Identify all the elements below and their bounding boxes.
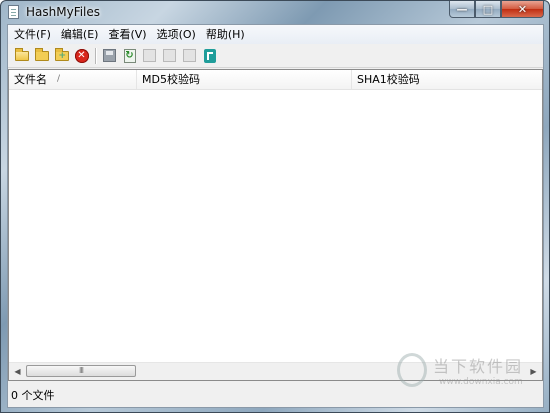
title-bar[interactable]: HashMyFiles — □ ✕ [1, 1, 549, 23]
caption-buttons: — □ ✕ [449, 1, 544, 19]
horizontal-scrollbar[interactable]: ◀ III ▶ [9, 362, 542, 380]
column-header-sha1[interactable]: SHA1校验码 [352, 70, 542, 89]
menu-file[interactable]: 文件(F) [10, 25, 55, 44]
save-button[interactable] [100, 46, 119, 65]
minimize-icon: — [456, 2, 468, 16]
list-header: 文件名 / MD5校验码 SHA1校验码 [9, 70, 542, 90]
open-files-button[interactable] [12, 46, 31, 65]
copy-button[interactable] [140, 46, 159, 65]
column-header-md5[interactable]: MD5校验码 [137, 70, 352, 89]
find-button[interactable] [180, 46, 199, 65]
add-folder-icon: + [54, 47, 69, 61]
stop-icon: ✕ [74, 48, 89, 63]
exit-button[interactable] [200, 46, 219, 65]
menu-view[interactable]: 查看(V) [104, 25, 150, 44]
properties-icon [163, 49, 176, 62]
toolbar-separator [95, 47, 97, 64]
stop-button[interactable]: ✕ [72, 46, 91, 65]
plus-glyph: + [58, 50, 67, 61]
properties-button[interactable] [160, 46, 179, 65]
app-icon [8, 5, 19, 19]
column-header-label: SHA1校验码 [357, 73, 420, 86]
maximize-button[interactable]: □ [475, 1, 501, 18]
save-icon [103, 49, 116, 62]
column-header-label: 文件名 [14, 73, 47, 86]
exit-icon [203, 48, 216, 63]
sort-indicator-icon: / [57, 74, 61, 84]
menu-edit[interactable]: 编辑(E) [57, 25, 103, 44]
add-folder-button[interactable]: + [52, 46, 71, 65]
refresh-icon: ↻ [123, 48, 136, 63]
copy-icon [143, 49, 156, 62]
minimize-button[interactable]: — [449, 1, 475, 18]
file-list[interactable]: 文件名 / MD5校验码 SHA1校验码 ◀ III ▶ [8, 69, 543, 381]
scroll-thumb[interactable]: III [26, 365, 136, 377]
menu-options[interactable]: 选项(O) [153, 25, 200, 44]
column-header-filename[interactable]: 文件名 / [9, 70, 137, 89]
column-header-label: MD5校验码 [142, 73, 200, 86]
app-window: HashMyFiles — □ ✕ 文件(F) 编辑(E) 查看(V) 选项(O… [0, 0, 550, 413]
menu-bar: 文件(F) 编辑(E) 查看(V) 选项(O) 帮助(H) [8, 25, 543, 44]
folder-icon [34, 47, 49, 61]
find-icon [183, 49, 196, 62]
scroll-right-icon[interactable]: ▶ [525, 363, 542, 380]
maximize-icon: □ [482, 2, 494, 16]
open-folder-icon [14, 47, 29, 61]
status-bar: 0 个文件 [8, 385, 543, 407]
refresh-button[interactable]: ↻ [120, 46, 139, 65]
close-icon: ✕ [517, 2, 528, 16]
open-folder-button[interactable] [32, 46, 51, 65]
close-button[interactable]: ✕ [501, 1, 544, 18]
menu-help[interactable]: 帮助(H) [202, 25, 249, 44]
scroll-left-icon[interactable]: ◀ [9, 363, 26, 380]
window-title: HashMyFiles [26, 5, 101, 19]
toolbar: + ✕ ↻ [8, 44, 543, 68]
client-area: 文件(F) 编辑(E) 查看(V) 选项(O) 帮助(H) + ✕ ↻ 文件名 … [7, 24, 544, 408]
status-text: 0 个文件 [11, 389, 55, 402]
